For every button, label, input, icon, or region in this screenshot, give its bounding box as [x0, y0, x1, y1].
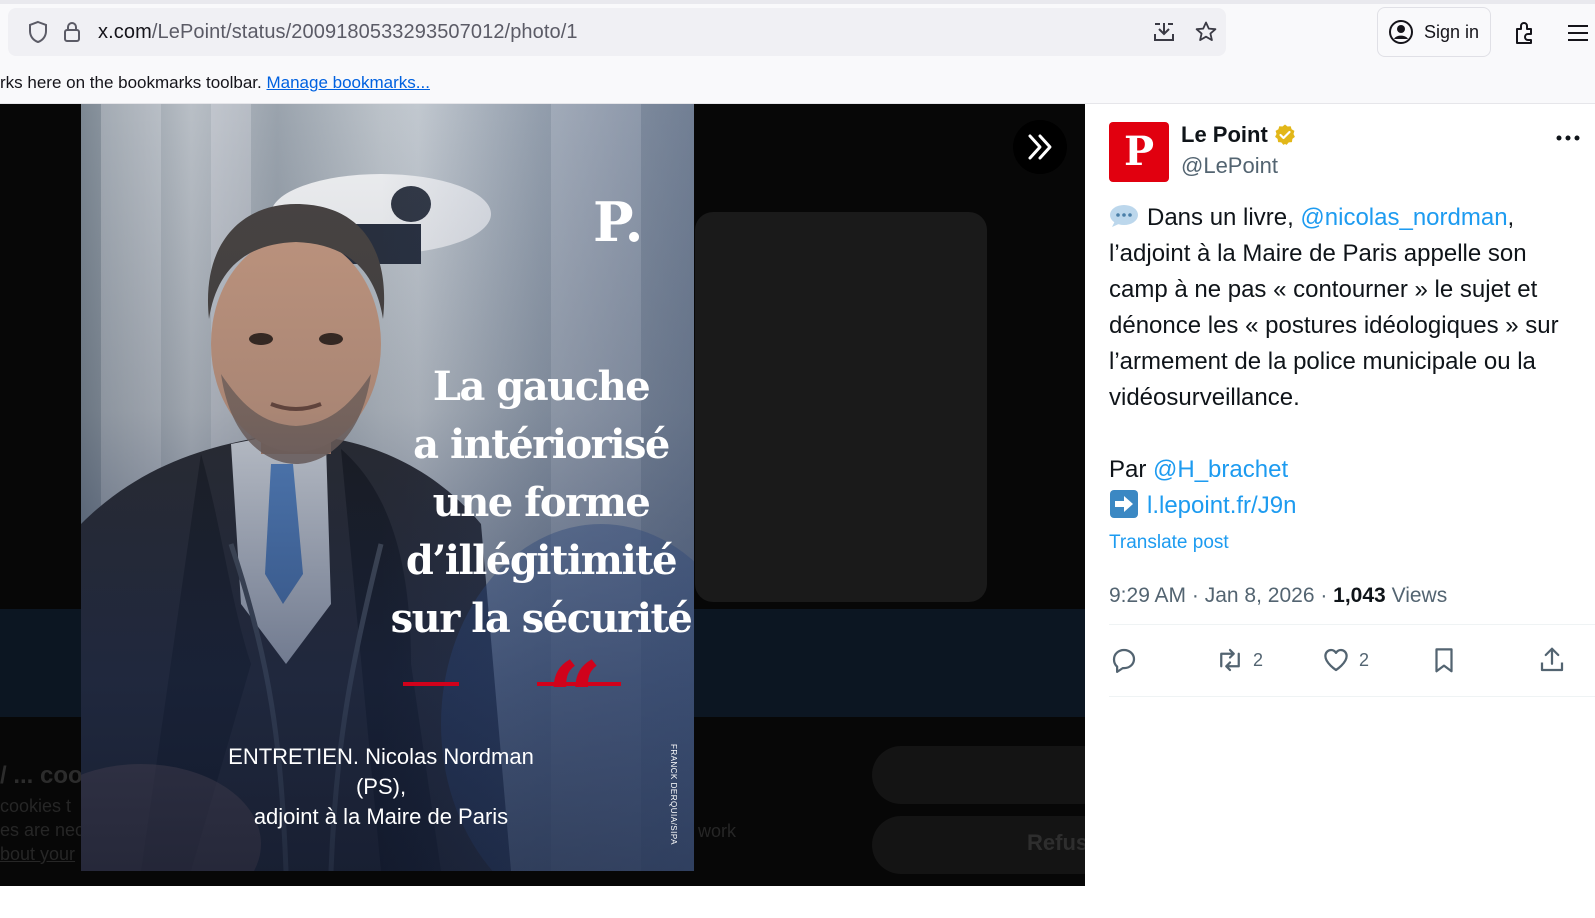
photo-caption: ENTRETIEN. Nicolas Nordman (PS), adjoint…: [201, 742, 561, 832]
cookie-line-2: es are nec: [0, 820, 85, 840]
quote-rule-right: [537, 682, 621, 686]
headline-line-1: La gauche: [432, 363, 651, 410]
sign-in-label: Sign in: [1424, 22, 1480, 42]
quote-rule-left: [403, 682, 459, 686]
bookmarks-toolbar: rks here on the bookmarks toolbar. Manag…: [0, 62, 1595, 104]
cookie-work-text: work: [698, 821, 737, 841]
share-icon: [1540, 647, 1564, 672]
cookie-title: / ... coo: [0, 762, 83, 789]
speech-bubble-icon: [1110, 205, 1138, 227]
retweet-button[interactable]: 2: [1215, 645, 1295, 677]
sign-in-button[interactable]: Sign in: [1377, 7, 1491, 57]
headline-line-3: une forme: [432, 479, 651, 526]
bookmarks-message-text: rks here on the bookmarks toolbar.: [0, 73, 262, 92]
photo-headline: La gauche a intériorisé une forme d’illé…: [381, 358, 694, 648]
mention-nicolas-nordman[interactable]: @nicolas_nordman: [1300, 204, 1507, 231]
more-options-icon[interactable]: [1555, 128, 1581, 148]
url-host: x.com: [98, 21, 152, 43]
article-link[interactable]: l.lepoint.fr/J9n: [1147, 492, 1296, 519]
bookmarks-message: rks here on the bookmarks toolbar. Manag…: [0, 73, 430, 93]
cookie-accept-button[interactable]: [872, 746, 1085, 804]
expand-panel-button[interactable]: [1013, 120, 1067, 174]
reply-icon: [1112, 648, 1136, 673]
cookie-line-1: cookies t: [0, 796, 72, 816]
bookmark-star-icon[interactable]: [1194, 20, 1218, 44]
avatar-letter: P: [1123, 128, 1155, 175]
link-line: l.lepoint.fr/J9n: [1109, 488, 1589, 524]
browser-toolbar: x.com/LePoint/status/2009180533293507012…: [0, 4, 1595, 62]
download-page-icon[interactable]: [1152, 20, 1176, 44]
tweet-date[interactable]: Jan 8, 2026: [1205, 584, 1315, 607]
headline-line-5: sur la sécurité: [390, 595, 693, 642]
caption-line-1: ENTRETIEN. Nicolas Nordman (PS),: [228, 744, 534, 799]
menu-icon[interactable]: [1565, 20, 1591, 46]
tweet-text: Dans un livre, @nicolas_nordman, l’adjoi…: [1109, 200, 1589, 524]
le-point-logo: P.: [593, 190, 644, 254]
mention-h-brachet[interactable]: @H_brachet: [1153, 456, 1288, 483]
double-chevron-right-icon: [1028, 134, 1052, 160]
verified-badge-icon[interactable]: [1273, 123, 1297, 147]
tweet-text-intro: Dans un livre,: [1147, 204, 1301, 231]
like-button[interactable]: 2: [1321, 645, 1401, 677]
media-viewer: / ... coo cookies t es are nec bout your…: [0, 104, 1085, 886]
tweet-meta: 9:29 AM · Jan 8, 2026 · 1,043 Views: [1109, 584, 1448, 607]
share-button[interactable]: [1537, 645, 1567, 677]
url-text[interactable]: x.com/LePoint/status/2009180533293507012…: [98, 21, 578, 44]
headline-line-4: d’illégitimité: [405, 537, 678, 584]
tweet-text-body: , l’adjoint à la Maire de Paris appelle …: [1109, 204, 1559, 411]
account-icon: [1389, 20, 1413, 44]
translate-post-link[interactable]: Translate post: [1109, 532, 1229, 554]
cookie-refuse-label: Refus: [1027, 830, 1085, 855]
par-label: Par: [1109, 456, 1154, 483]
handle[interactable]: @LePoint: [1181, 153, 1278, 179]
retweet-icon: [1220, 648, 1240, 672]
bookmark-icon: [1435, 648, 1453, 673]
heart-icon: [1324, 648, 1348, 672]
manage-bookmarks-link[interactable]: Manage bookmarks...: [266, 73, 429, 92]
extensions-icon[interactable]: [1512, 20, 1538, 46]
caption-line-2: adjoint à la Maire de Paris: [253, 804, 509, 829]
divider-top: [1109, 624, 1595, 625]
author-line: Par @H_brachet: [1109, 452, 1589, 488]
reply-button[interactable]: [1109, 645, 1139, 677]
display-name[interactable]: Le Point: [1181, 122, 1268, 148]
url-path: /LePoint/status/2009180533293507012/phot…: [151, 21, 578, 43]
views-label: Views: [1391, 584, 1448, 607]
tweet-panel: P Le Point @LePoint Dans un livre, @nico…: [1085, 104, 1595, 918]
shield-icon[interactable]: [26, 20, 50, 44]
retweet-count: 2: [1253, 650, 1264, 670]
tweet-photo[interactable]: P. La gauche a intériorisé une forme d’i…: [81, 104, 694, 871]
lock-icon[interactable]: [60, 20, 84, 44]
url-bar[interactable]: x.com/LePoint/status/2009180533293507012…: [8, 8, 1226, 56]
like-count: 2: [1359, 650, 1370, 670]
cookie-line-3[interactable]: bout your: [0, 844, 75, 865]
bookmark-button[interactable]: [1429, 645, 1459, 677]
right-arrow-icon: [1110, 490, 1138, 518]
views-count: 1,043: [1333, 584, 1386, 607]
headline-line-2: a intériorisé: [413, 421, 670, 468]
divider-bottom: [1109, 696, 1595, 697]
quote-mark: “: [547, 641, 603, 754]
photo-credit: FRANCK DERQUIA/SIPA: [669, 744, 678, 845]
avatar[interactable]: P: [1109, 122, 1169, 182]
background-card: [695, 212, 987, 602]
tweet-time[interactable]: 9:29 AM: [1109, 584, 1186, 607]
